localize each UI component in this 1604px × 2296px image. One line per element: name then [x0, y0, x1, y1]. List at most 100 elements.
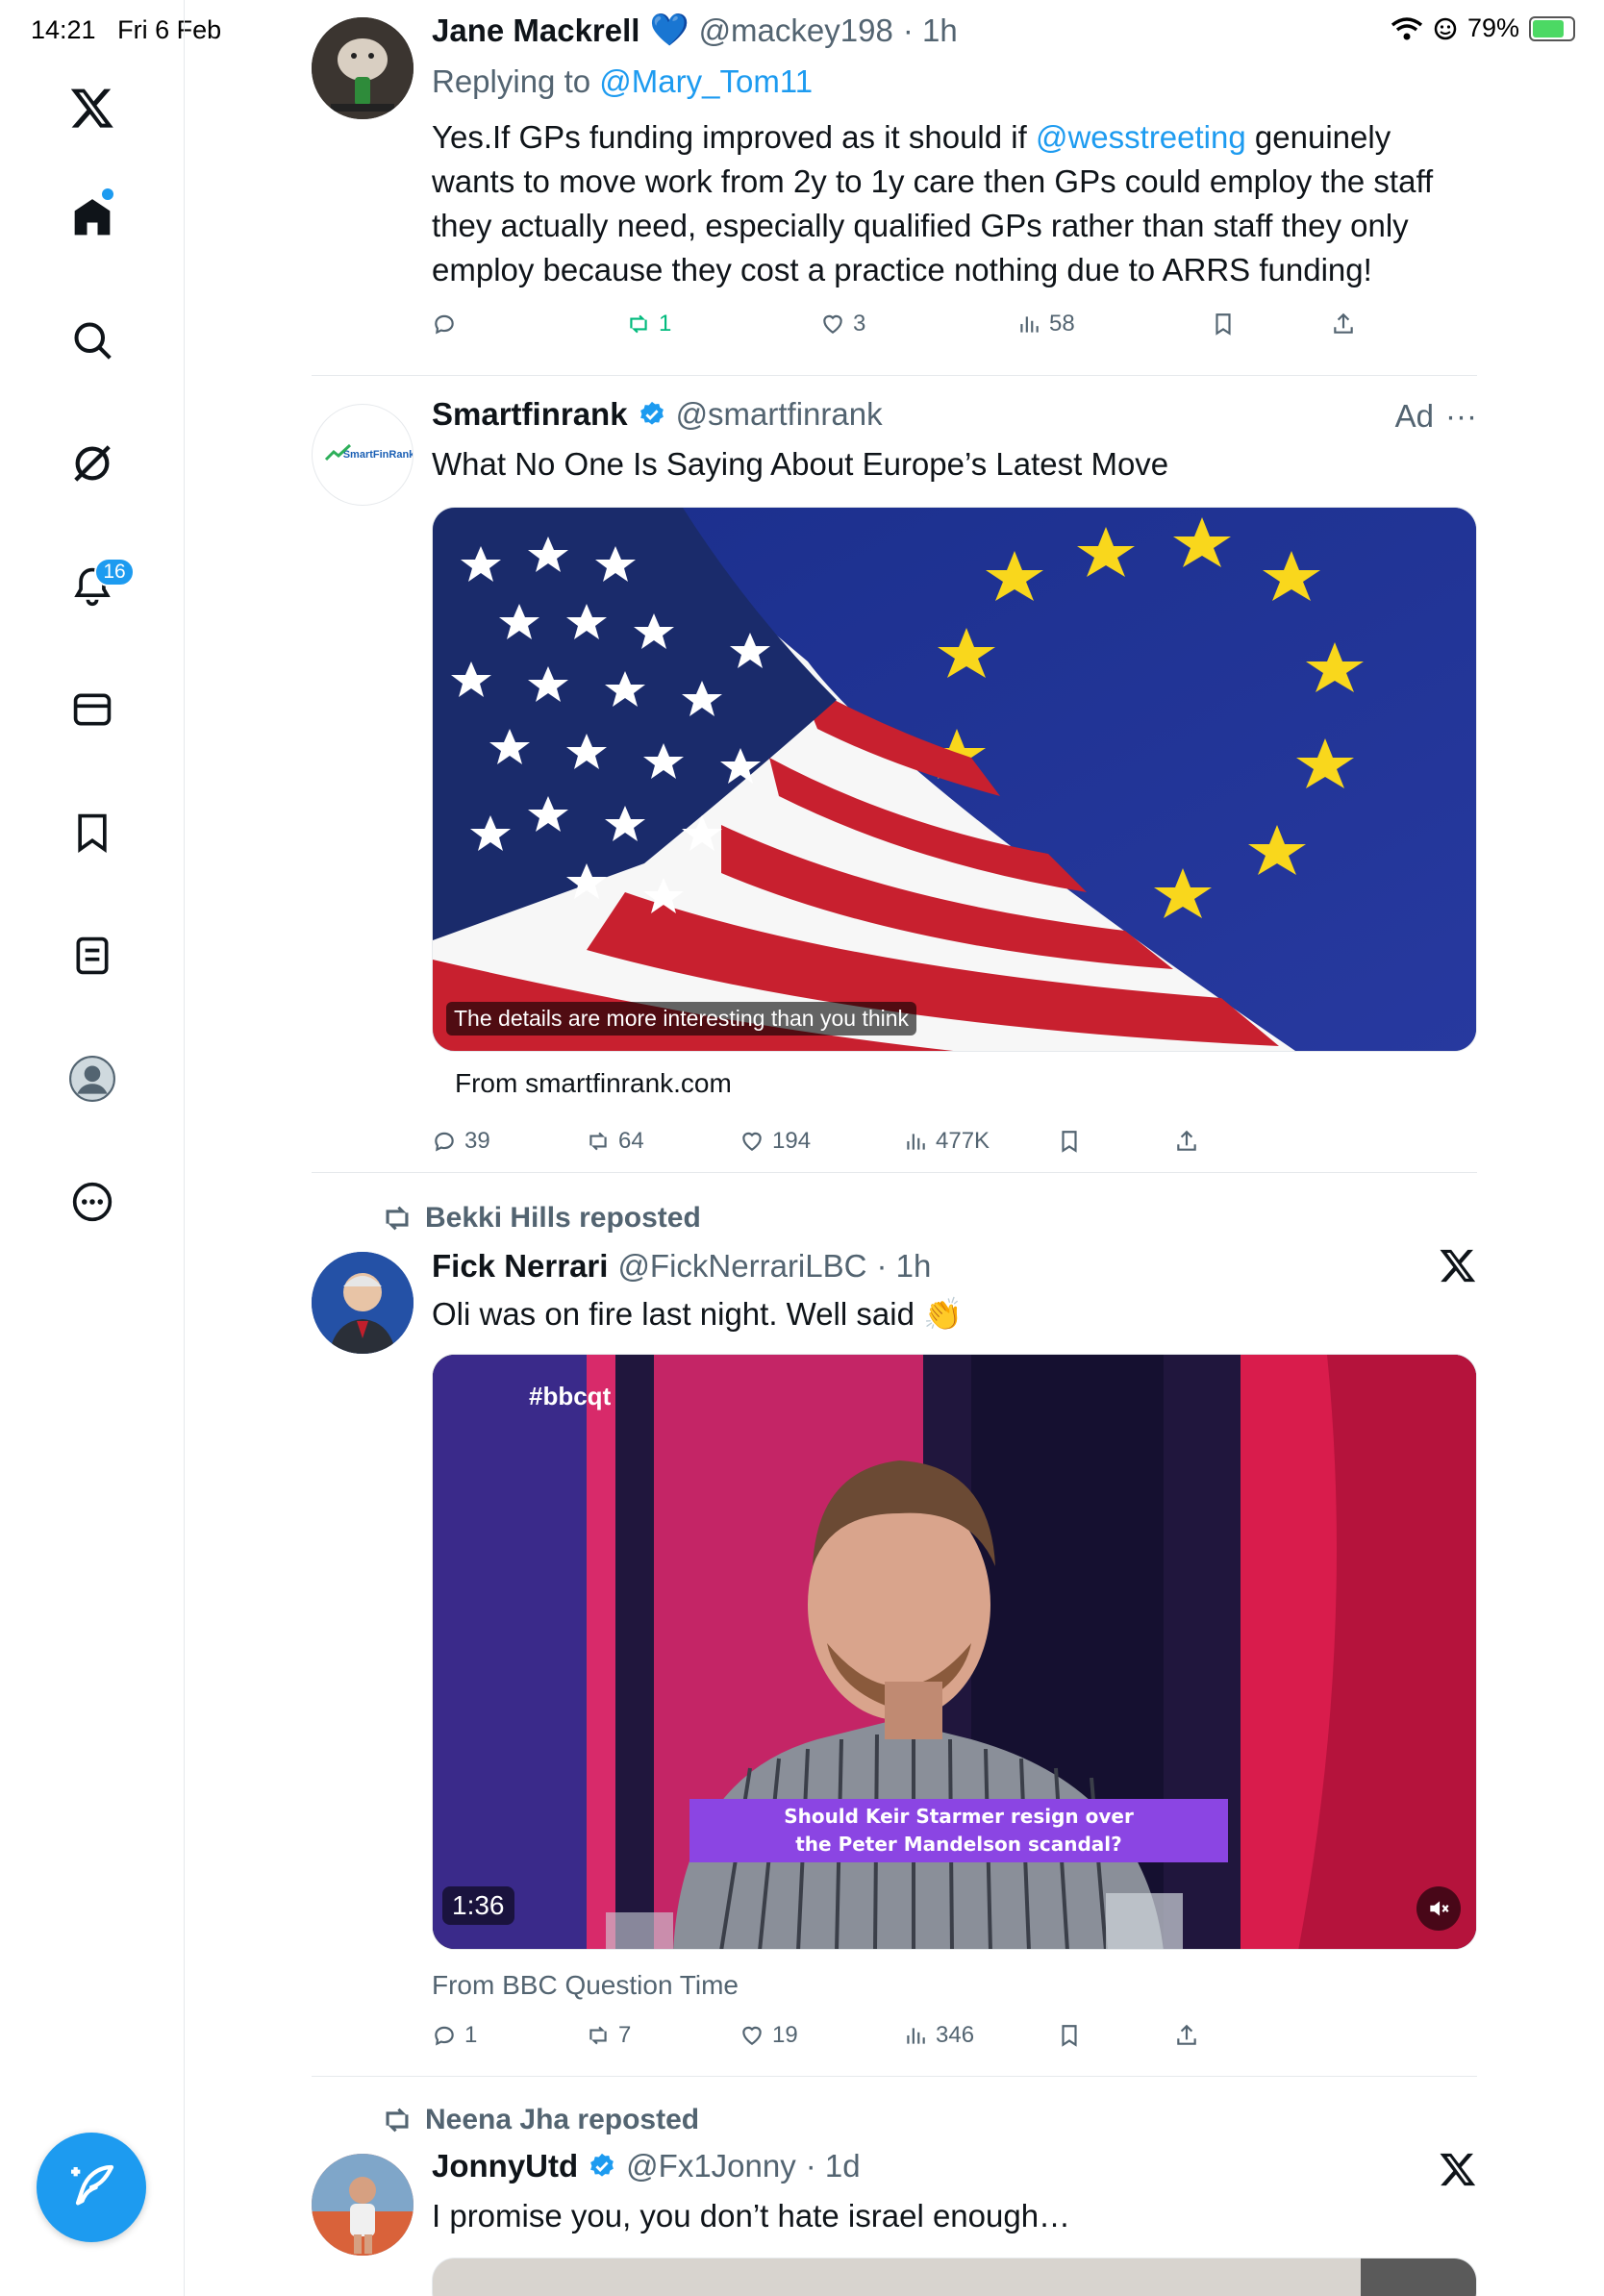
profile-icon[interactable]	[63, 1050, 121, 1108]
media-caption: The details are more interesting than yo…	[446, 1002, 917, 1036]
x-logo-icon[interactable]	[1439, 1246, 1477, 1285]
tweet-ad[interactable]: SmartFinRank Smartfinrank @smartfinrank …	[312, 375, 1477, 1173]
repost-icon	[630, 314, 647, 334]
avatar[interactable]	[312, 1252, 414, 1354]
like-button[interactable]: 194	[739, 1128, 811, 1155]
share-button[interactable]	[1331, 312, 1356, 337]
ad-label: Ad	[1394, 398, 1435, 434]
tweet-text: What No One Is Saying About Europe’s Lat…	[432, 446, 1169, 482]
bookmark-icon[interactable]	[63, 804, 121, 861]
reply-icon	[435, 314, 454, 335]
author-handle[interactable]: @mackey198	[699, 12, 893, 49]
repost-icon	[589, 2026, 607, 2045]
share-button[interactable]	[1174, 1129, 1199, 1154]
video-hashtag: #bbcqt	[529, 1382, 612, 1410]
compose-icon	[71, 2164, 114, 2206]
bookmark-icon	[1216, 313, 1231, 336]
flags-image	[433, 508, 1476, 1051]
ad-media-image[interactable]: The details are more interesting than yo…	[432, 507, 1477, 1052]
reply-button[interactable]: 1	[432, 2022, 477, 2049]
author-name[interactable]: Fick Nerrari	[432, 1248, 608, 1285]
grok-icon[interactable]	[63, 435, 121, 492]
bookmark-button[interactable]	[1057, 1129, 1082, 1154]
reply-mention-link[interactable]: @Mary_Tom11	[599, 63, 813, 99]
share-icon	[1177, 1130, 1196, 1151]
bookmark-button[interactable]	[1211, 312, 1236, 337]
avatar[interactable]: SmartFinRank	[312, 404, 414, 506]
muted-speaker-icon	[1430, 1901, 1449, 1916]
repost-context: Neena Jha reposted	[381, 2104, 699, 2136]
search-icon[interactable]	[63, 312, 121, 369]
mail-icon[interactable]	[63, 681, 121, 738]
clap-emoji: 👏	[923, 1296, 964, 1332]
x-logo-icon[interactable]	[1439, 2150, 1477, 2188]
video-player[interactable]: #bbcqt Should Keir Starmer resign over t…	[432, 1354, 1477, 1950]
verified-icon	[590, 2153, 614, 2177]
tweet-text: Yes.If GPs funding improved as it should…	[432, 119, 1434, 287]
tweet[interactable]: Neena Jha reposted JonnyUtd @Fx1Jonny · …	[312, 2077, 1477, 2296]
share-icon	[1334, 312, 1353, 334]
tweet[interactable]: Jane Mackrell 💙 @mackey198 · 1h Replying…	[312, 0, 1477, 375]
reply-button[interactable]	[432, 312, 464, 337]
avatar[interactable]	[312, 2154, 414, 2256]
heart-icon	[742, 2026, 762, 2045]
repost-context: Bekki Hills reposted	[381, 1202, 701, 1235]
bookmark-icon	[1062, 2025, 1077, 2047]
notification-badge: 16	[94, 558, 135, 586]
views-icon	[1020, 316, 1039, 333]
tweet-time: · 1d	[805, 2148, 861, 2184]
verified-icon	[639, 401, 664, 425]
repost-icon	[386, 1206, 409, 1231]
reply-icon	[435, 1132, 454, 1152]
repost-icon	[589, 1132, 607, 1151]
tweet-text: Oli was on fire last night. Well said 👏	[432, 1296, 964, 1332]
author-name[interactable]: Jane Mackrell	[432, 12, 639, 49]
tweet[interactable]: Bekki Hills reposted Fick Nerrari @FickN…	[312, 1173, 1477, 2077]
tweet-text: I promise you, you don’t hate israel eno…	[432, 2198, 1071, 2234]
views-icon	[907, 1134, 925, 1150]
repost-button[interactable]: 7	[586, 2022, 631, 2049]
tweet-media-image[interactable]	[432, 2258, 1477, 2296]
author-handle[interactable]: @FickNerrariLBC	[617, 1248, 866, 1285]
author-name[interactable]: JonnyUtd	[432, 2148, 578, 2184]
share-icon	[1177, 2024, 1196, 2045]
mute-button[interactable]	[1416, 1886, 1461, 1931]
views-button[interactable]: 58	[1016, 311, 1075, 337]
heart-emoji: 💙	[649, 12, 689, 47]
repost-button[interactable]: 64	[586, 1128, 644, 1155]
video-source-link[interactable]: From BBC Question Time	[432, 1963, 739, 2008]
like-button[interactable]: 19	[739, 2022, 798, 2049]
heart-icon	[823, 314, 842, 334]
video-caption: Should Keir Starmer resign over the Pete…	[784, 1805, 1134, 1856]
repost-button[interactable]: 1	[626, 311, 671, 337]
reply-button[interactable]: 39	[432, 1128, 490, 1155]
bookmark-button[interactable]	[1057, 2023, 1082, 2048]
compose-button[interactable]	[37, 2133, 146, 2242]
ad-source-link[interactable]: From smartfinrank.com	[455, 1061, 732, 1106]
views-icon	[907, 2028, 925, 2044]
tweet-time: · 1h	[876, 1248, 932, 1284]
more-options-button[interactable]: ···	[1445, 398, 1477, 435]
avatar[interactable]	[312, 17, 414, 119]
battery-icon	[1529, 15, 1575, 41]
repost-icon	[386, 2108, 409, 2133]
views-button[interactable]: 477K	[903, 1128, 990, 1155]
views-button[interactable]: 346	[903, 2022, 974, 2049]
heart-icon	[742, 1132, 762, 1151]
home-unread-dot	[102, 188, 113, 200]
like-button[interactable]: 3	[820, 311, 865, 337]
reply-icon	[435, 2026, 454, 2046]
avatar-logo-text: SmartFinRank	[342, 449, 414, 461]
author-handle[interactable]: @Fx1Jonny	[626, 2148, 796, 2184]
author-name[interactable]: Smartfinrank	[432, 396, 628, 433]
more-icon[interactable]	[63, 1173, 121, 1231]
tweet-time: · 1h	[902, 12, 958, 48]
list-icon[interactable]	[63, 927, 121, 985]
mention-link[interactable]: @wesstreeting	[1036, 119, 1246, 155]
replying-to: Replying to @Mary_Tom11	[432, 63, 814, 99]
video-duration: 1:36	[442, 1886, 514, 1925]
x-logo-icon[interactable]	[63, 79, 121, 137]
author-handle[interactable]: @smartfinrank	[676, 396, 883, 433]
bookmark-icon	[1062, 1131, 1077, 1153]
share-button[interactable]	[1174, 2023, 1199, 2048]
